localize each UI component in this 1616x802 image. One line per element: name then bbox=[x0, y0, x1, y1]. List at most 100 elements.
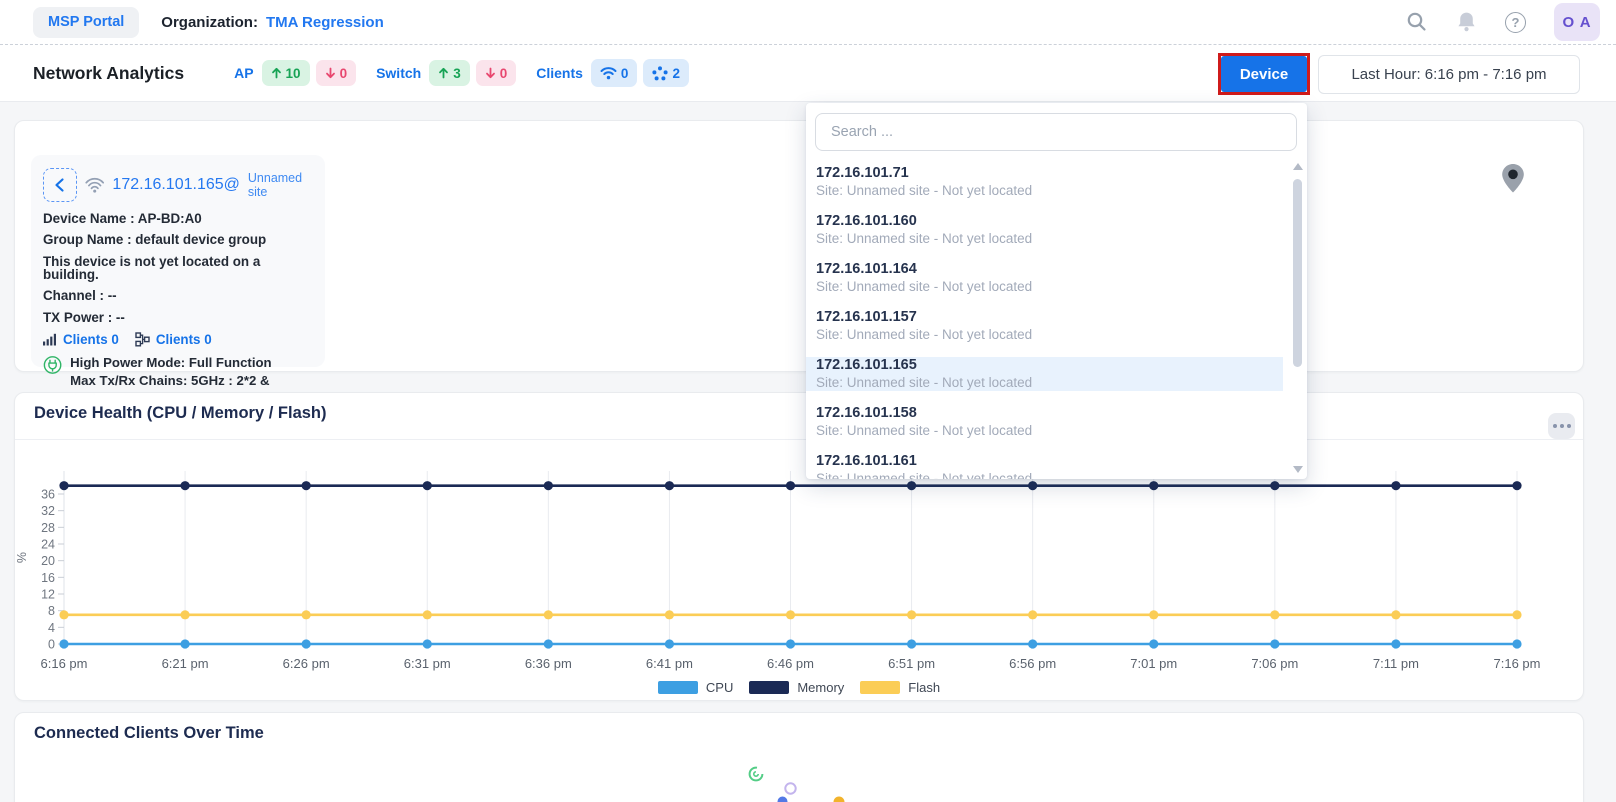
ap-down-count: 0 bbox=[340, 66, 348, 81]
switch-up-count: 3 bbox=[453, 66, 461, 81]
device-name: Device Name : AP-BD:A0 bbox=[43, 212, 313, 225]
arrow-down-icon bbox=[325, 67, 336, 79]
power-plug-icon bbox=[43, 354, 62, 376]
notifications-bell-icon[interactable] bbox=[1456, 11, 1477, 33]
dropdown-item[interactable]: 172.16.101.71Site: Unnamed site - Not ye… bbox=[806, 165, 1283, 199]
dropdown-item-subtitle: Site: Unnamed site - Not yet located bbox=[816, 230, 1283, 247]
back-button[interactable] bbox=[43, 168, 77, 202]
svg-text:16: 16 bbox=[41, 571, 55, 585]
svg-text:6:16 pm: 6:16 pm bbox=[41, 656, 88, 671]
device-button[interactable]: Device bbox=[1221, 56, 1307, 92]
channel-value: Channel : -- bbox=[43, 289, 313, 302]
group-name: Group Name : default device group bbox=[43, 233, 313, 246]
header-actions: ? O A bbox=[1406, 0, 1600, 44]
svg-text:%: % bbox=[15, 552, 29, 563]
search-icon[interactable] bbox=[1406, 11, 1428, 33]
dropdown-item[interactable]: 172.16.101.158Site: Unnamed site - Not y… bbox=[806, 405, 1283, 439]
device-option-list: 172.16.101.71Site: Unnamed site - Not ye… bbox=[806, 165, 1283, 479]
wireless-clients-badge: 0 bbox=[591, 59, 638, 87]
msp-portal-button[interactable]: MSP Portal bbox=[33, 7, 139, 38]
svg-text:8: 8 bbox=[48, 604, 55, 618]
dropdown-item[interactable]: 172.16.101.164Site: Unnamed site - Not y… bbox=[806, 261, 1283, 295]
legend-item[interactable]: Flash bbox=[860, 680, 940, 695]
connected-clients-title: Connected Clients Over Time bbox=[34, 724, 264, 743]
toolbar-right: Device Last Hour: 6:16 pm - 7:16 pm bbox=[1218, 45, 1580, 103]
cluster-icon bbox=[652, 66, 668, 81]
dropdown-item-title: 172.16.101.164 bbox=[816, 261, 1283, 278]
svg-text:6:56 pm: 6:56 pm bbox=[1009, 656, 1056, 671]
wired-clients-link[interactable]: Clients 0 bbox=[156, 332, 212, 347]
legend-label: Memory bbox=[797, 680, 844, 695]
user-avatar[interactable]: O A bbox=[1554, 3, 1600, 41]
card-menu-ellipsis-icon[interactable] bbox=[1548, 413, 1575, 439]
organization-label: Organization: bbox=[161, 14, 258, 31]
location-note: This device is not yet located on a buil… bbox=[43, 255, 313, 281]
analytics-toolbar: Network Analytics AP 10 0 Switch 3 0 Cli… bbox=[0, 44, 1616, 102]
device-site-link[interactable]: Unnamed site bbox=[248, 171, 313, 199]
divider bbox=[15, 439, 1583, 440]
dropdown-item-subtitle: Site: Unnamed site - Not yet located bbox=[816, 326, 1283, 343]
ap-up-badge: 10 bbox=[262, 60, 310, 86]
svg-text:32: 32 bbox=[41, 504, 55, 518]
chevron-left-icon bbox=[53, 177, 67, 193]
svg-text:20: 20 bbox=[41, 554, 55, 568]
svg-text:6:46 pm: 6:46 pm bbox=[767, 656, 814, 671]
annotation-highlight-box: Device bbox=[1218, 53, 1310, 95]
device-health-chart[interactable]: 6:16 pm6:21 pm6:26 pm6:31 pm6:36 pm6:41 … bbox=[15, 449, 1585, 685]
device-search-input[interactable] bbox=[815, 113, 1297, 151]
loading-spinner-dot-blue bbox=[777, 796, 788, 802]
device-overview-card: 172.16.101.165@ Unnamed site Device Name… bbox=[14, 120, 1584, 372]
dropdown-scrollbar bbox=[1292, 163, 1302, 473]
wifi-icon bbox=[600, 66, 617, 80]
switch-down-badge: 0 bbox=[476, 60, 517, 86]
wired-clients-badge: 2 bbox=[643, 59, 689, 87]
wireless-clients-count: 0 bbox=[621, 66, 629, 81]
scrollbar-thumb[interactable] bbox=[1293, 179, 1302, 367]
svg-text:6:51 pm: 6:51 pm bbox=[888, 656, 935, 671]
legend-item[interactable]: Memory bbox=[749, 680, 844, 695]
dropdown-item[interactable]: 172.16.101.161Site: Unnamed site - Not y… bbox=[806, 453, 1283, 479]
dropdown-item-subtitle: Site: Unnamed site - Not yet located bbox=[816, 278, 1283, 295]
dropdown-item[interactable]: 172.16.101.165Site: Unnamed site - Not y… bbox=[806, 357, 1283, 391]
dropdown-item-title: 172.16.101.71 bbox=[816, 165, 1283, 182]
dropdown-item[interactable]: 172.16.101.160Site: Unnamed site - Not y… bbox=[806, 213, 1283, 247]
svg-text:6:26 pm: 6:26 pm bbox=[283, 656, 330, 671]
dropdown-item[interactable]: 172.16.101.157Site: Unnamed site - Not y… bbox=[806, 309, 1283, 343]
arrow-down-icon bbox=[485, 67, 496, 79]
dropdown-item-subtitle: Site: Unnamed site - Not yet located bbox=[816, 374, 1283, 391]
page-title: Network Analytics bbox=[33, 63, 184, 84]
help-glyph: ? bbox=[1505, 12, 1526, 33]
svg-text:12: 12 bbox=[41, 588, 55, 602]
svg-text:28: 28 bbox=[41, 521, 55, 535]
legend-item[interactable]: CPU bbox=[658, 680, 733, 695]
svg-text:36: 36 bbox=[41, 488, 55, 502]
signal-bars-icon bbox=[43, 333, 57, 346]
svg-text:24: 24 bbox=[41, 538, 55, 552]
ap-down-badge: 0 bbox=[316, 60, 357, 86]
legend-swatch bbox=[749, 681, 789, 694]
svg-text:7:16 pm: 7:16 pm bbox=[1494, 656, 1541, 671]
loading-spinner-dot-yellow bbox=[833, 796, 845, 802]
dropdown-item-subtitle: Site: Unnamed site - Not yet located bbox=[816, 182, 1283, 199]
organization-link[interactable]: TMA Regression bbox=[266, 14, 384, 31]
loading-spinner-dot-green bbox=[748, 766, 764, 782]
svg-text:6:41 pm: 6:41 pm bbox=[646, 656, 693, 671]
wireless-clients-link[interactable]: Clients 0 bbox=[63, 332, 119, 347]
scroll-down-arrow-icon[interactable] bbox=[1293, 466, 1303, 473]
top-header: MSP Portal Organization: TMA Regression … bbox=[0, 0, 1616, 44]
device-ip-link[interactable]: 172.16.101.165@ bbox=[112, 176, 239, 194]
map-pin-icon[interactable] bbox=[1501, 163, 1525, 194]
legend-label: CPU bbox=[706, 680, 733, 695]
dropdown-item-title: 172.16.101.157 bbox=[816, 309, 1283, 326]
ap-up-count: 10 bbox=[286, 66, 301, 81]
tx-power-value: TX Power : -- bbox=[43, 311, 313, 324]
svg-text:0: 0 bbox=[48, 638, 55, 652]
device-panel-header: 172.16.101.165@ Unnamed site bbox=[43, 167, 313, 203]
svg-text:7:01 pm: 7:01 pm bbox=[1130, 656, 1177, 671]
clients-row: Clients 0 Clients 0 bbox=[43, 332, 313, 347]
svg-text:6:21 pm: 6:21 pm bbox=[162, 656, 209, 671]
scroll-up-arrow-icon[interactable] bbox=[1293, 163, 1303, 170]
help-icon[interactable]: ? bbox=[1505, 12, 1526, 33]
time-range-selector[interactable]: Last Hour: 6:16 pm - 7:16 pm bbox=[1318, 55, 1580, 94]
connected-clients-card: Connected Clients Over Time bbox=[14, 712, 1584, 802]
